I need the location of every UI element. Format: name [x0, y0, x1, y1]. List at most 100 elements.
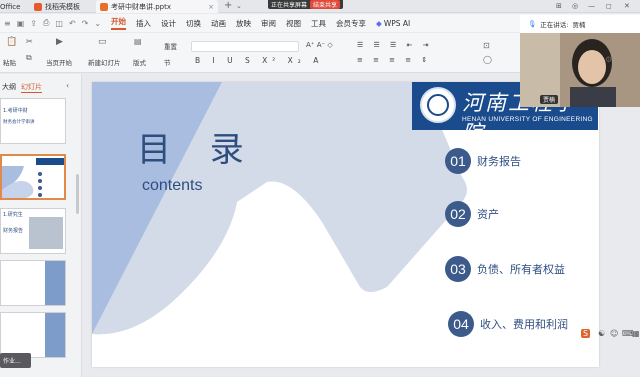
collapse-panel-icon[interactable]: ‹	[66, 81, 69, 90]
menu-slideshow[interactable]: 放映	[236, 18, 251, 29]
font-family-select[interactable]	[191, 41, 299, 52]
wps-ai-button[interactable]: ◆ WPS AI	[376, 19, 410, 28]
paste-icon[interactable]: 📋	[6, 37, 17, 47]
menu-review[interactable]: 审阅	[261, 18, 276, 29]
toc-item-3: 03 负债、所有者权益	[445, 256, 565, 282]
toc-number: 01	[445, 148, 471, 174]
undo-icon[interactable]: ↶	[69, 19, 76, 28]
tab-file[interactable]: 考研中财串讲.pptx ×	[96, 0, 218, 13]
ime-menu-icon[interactable]: ▦	[632, 329, 640, 338]
slide-thumb-4[interactable]	[0, 260, 66, 306]
thumb5-sidebar	[45, 313, 65, 357]
slide-thumb-3[interactable]: 1.研究生 财务报告	[0, 208, 66, 254]
tab-slides[interactable]: 幻灯片	[21, 82, 42, 93]
share-status-text: 正在共享屏幕	[271, 2, 308, 9]
ime-emoji-icon[interactable]: ☺	[610, 329, 618, 338]
tab-office-label: Office	[0, 2, 21, 11]
slide-thumb-2[interactable]	[0, 154, 66, 200]
menu-design[interactable]: 设计	[161, 18, 176, 29]
thumb2-preview	[2, 158, 64, 198]
tab-file-label: 考研中财串讲.pptx	[111, 2, 171, 11]
paragraph-row-2[interactable]: ≡ ≡ ≡ ≡ ⇕	[357, 56, 431, 64]
layout-icon[interactable]: ▤	[134, 37, 142, 46]
thumb1-sub: 财务会计学串讲	[3, 120, 35, 125]
toc-label: 负债、所有者权益	[477, 263, 565, 276]
tab-close-icon[interactable]: ×	[208, 3, 214, 11]
play-from-current-icon[interactable]: ▶	[56, 37, 63, 47]
tab-office[interactable]: Office	[0, 0, 20, 13]
paste-button[interactable]: 粘贴	[3, 57, 16, 67]
stop-share-button[interactable]: 结束共享	[310, 0, 341, 9]
textbox-icon[interactable]: ⊡	[483, 41, 490, 50]
slide-title: 目 录	[137, 130, 258, 170]
sogou-ime-icon[interactable]: S	[581, 329, 591, 338]
thumb3-label: 1.研究生	[3, 212, 23, 218]
menu-member[interactable]: 会员专享	[336, 18, 366, 29]
tab-template[interactable]: 找稻壳模板	[34, 0, 80, 13]
template-icon	[34, 2, 42, 11]
shapes-icon[interactable]: ◯	[483, 55, 492, 64]
thumb4-sidebar	[45, 261, 65, 305]
menu-view[interactable]: 视图	[286, 18, 301, 29]
menu-insert[interactable]: 插入	[136, 18, 151, 29]
menu-home[interactable]: 开始	[111, 16, 127, 30]
save-icon[interactable]: ▣	[17, 19, 25, 28]
logo-english-name: HENAN UNIVERSITY OF ENGINEERING	[462, 116, 593, 123]
mic-icon: 🎙	[528, 20, 537, 28]
ppt-file-icon	[100, 2, 108, 11]
slide-thumb-5[interactable]	[0, 312, 66, 358]
paragraph-row-1[interactable]: ☰ ☰ ☰ ⇤ ⇥	[357, 41, 432, 49]
layout-button[interactable]: 版式	[133, 57, 146, 67]
menu-hamburger-icon[interactable]: ≡	[4, 19, 11, 28]
tab-template-label: 找稻壳模板	[45, 2, 80, 11]
section-button[interactable]: 节	[164, 57, 171, 67]
right-toolbar: ⚙	[601, 33, 640, 73]
wps-ai-label: WPS AI	[383, 18, 411, 28]
thumb3-photo	[29, 217, 63, 249]
preview-icon[interactable]: ◫	[55, 19, 63, 28]
copy-icon[interactable]: ⧉	[26, 53, 32, 63]
new-slide-icon[interactable]: ▭	[98, 37, 107, 47]
toc-number: 04	[448, 311, 474, 337]
toc-item-2: 02 资产	[445, 201, 499, 227]
toast-text: 作业...	[3, 358, 21, 365]
print-icon[interactable]: ⎙	[43, 18, 49, 28]
name-tag-text: 贾楠	[543, 97, 556, 104]
participant-name-tag: 贾楠	[540, 95, 559, 104]
toc-number: 03	[445, 256, 471, 282]
maximize-icon[interactable]: ◻	[606, 2, 612, 10]
reset-button[interactable]: 重置	[164, 41, 177, 51]
minimize-icon[interactable]: —	[588, 2, 595, 10]
menu-tools[interactable]: 工具	[311, 18, 326, 29]
account-icon[interactable]: ◎	[572, 2, 578, 10]
play-current-button[interactable]: 当页开始	[46, 57, 72, 67]
slide-canvas[interactable]: 目 录 contents 河南工程学院 HENAN UNIVERSITY OF …	[92, 82, 599, 367]
settings-icon[interactable]: ⚙	[605, 55, 612, 64]
slide-subtitle: contents	[142, 177, 203, 194]
new-slide-button[interactable]: 新建幻灯片	[88, 57, 121, 67]
tab-outline[interactable]: 大纲	[2, 82, 16, 92]
wps-ai-icon: ◆	[376, 18, 382, 28]
tab-dropdown-icon[interactable]: ⌄	[236, 2, 242, 10]
more-icon[interactable]: ⌄	[94, 19, 101, 28]
menu-animation[interactable]: 动画	[211, 18, 226, 29]
university-seal-icon	[420, 87, 456, 123]
text-format-row[interactable]: B I U S X² X₂ A	[195, 56, 323, 65]
panel-scrollbar[interactable]	[76, 174, 79, 214]
toast-message: 作业...	[0, 353, 31, 368]
toc-label: 财务报告	[477, 155, 521, 168]
toc-item-4: 04 收入、费用和利润	[448, 311, 568, 337]
ime-mode-icon[interactable]: ☯	[598, 329, 605, 338]
new-tab-icon[interactable]: +	[224, 0, 232, 11]
cut-icon[interactable]: ✂	[26, 37, 33, 46]
menu-transition[interactable]: 切换	[186, 18, 201, 29]
slide-panel: 大纲 幻灯片 ‹ 1.考研中财 财务会计学串讲 1.研究生 财务报告	[0, 74, 82, 377]
redo-icon[interactable]: ↷	[82, 19, 89, 28]
font-size-controls[interactable]: A⁺ A⁻ ◇	[306, 41, 333, 49]
speaking-bar: 🎙 正在讲话: 贾楠	[520, 15, 640, 33]
close-window-icon[interactable]: ✕	[624, 2, 630, 10]
apps-icon[interactable]: ⊞	[556, 2, 562, 10]
toc-number: 02	[445, 201, 471, 227]
export-icon[interactable]: ⇪	[30, 19, 37, 28]
slide-thumb-1[interactable]: 1.考研中财 财务会计学串讲	[0, 98, 66, 144]
